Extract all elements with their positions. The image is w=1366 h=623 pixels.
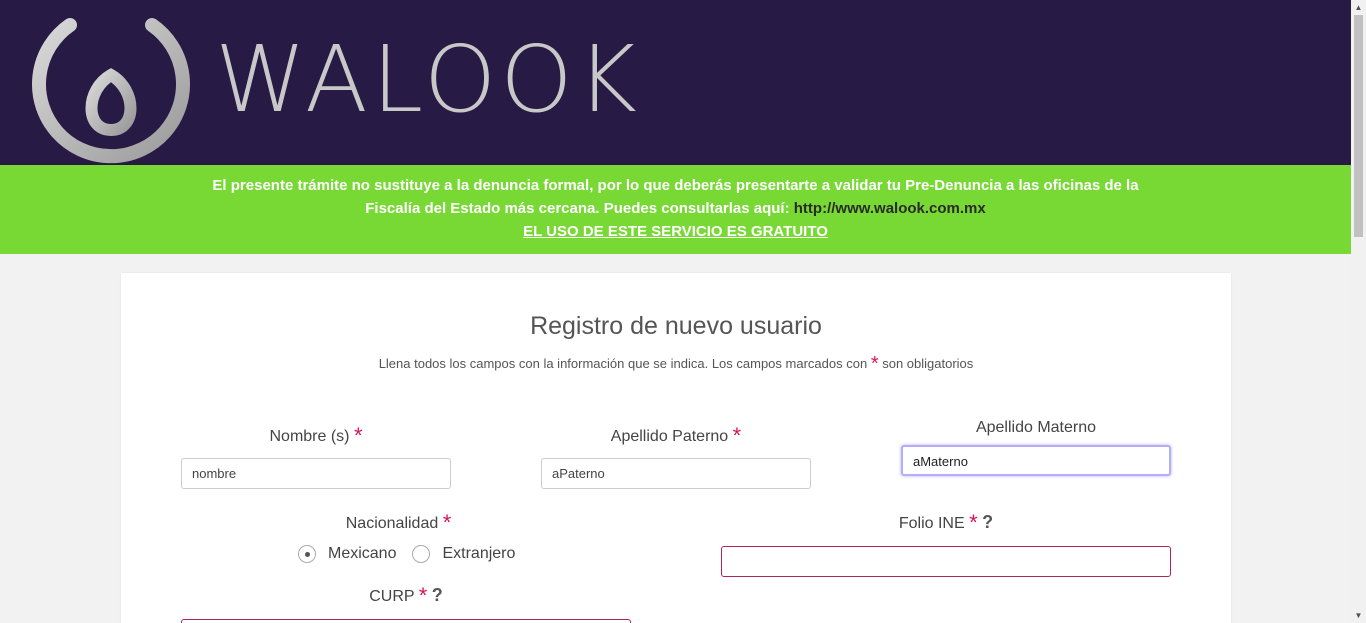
scroll-up-icon[interactable]: ▲	[1351, 0, 1366, 15]
brand-name: WALOOK	[215, 26, 642, 133]
mexicano-radio[interactable]	[298, 545, 316, 563]
subtitle-text: Llena todos los campos con la informació…	[378, 356, 868, 371]
form-title: Registro de nuevo usuario	[530, 312, 822, 340]
nombre-input[interactable]: nombre	[181, 458, 451, 489]
scroll-thumb[interactable]	[1354, 15, 1363, 237]
notice-banner: El presente trámite no sustituye a la de…	[0, 165, 1351, 254]
scroll-down-icon[interactable]: ▼	[1351, 608, 1366, 623]
curp-input[interactable]	[181, 619, 631, 623]
folio-input[interactable]	[721, 546, 1171, 577]
required-asterisk: *	[442, 510, 452, 535]
curp-help-icon[interactable]: ?	[432, 585, 443, 605]
curp-label-text: CURP	[369, 588, 415, 605]
notice-line-2: Fiscalía del Estado más cercana. Puedes …	[0, 197, 1351, 220]
paterno-label: Apellido Paterno *	[541, 423, 811, 449]
page-scrollbar[interactable]: ▲ ▼	[1351, 0, 1366, 623]
paterno-input[interactable]: aPaterno	[541, 458, 811, 489]
notice-url-link[interactable]: http://www.walook.com.mx	[794, 200, 986, 217]
folio-label: Folio INE * ?	[721, 510, 1171, 536]
subtitle-text-end: son obligatorios	[882, 356, 974, 371]
required-asterisk: *	[418, 583, 428, 608]
mexicano-label[interactable]: Mexicano	[328, 545, 396, 563]
materno-input[interactable]: aMaterno	[901, 445, 1171, 476]
folio-help-icon[interactable]: ?	[982, 512, 993, 532]
nacionalidad-label: Nacionalidad *	[181, 510, 616, 536]
nombre-label: Nombre (s) *	[181, 423, 451, 449]
header-banner: WALOOK	[0, 0, 1351, 165]
folio-label-text: Folio INE	[898, 515, 965, 532]
extranjero-label[interactable]: Extranjero	[442, 545, 515, 563]
required-asterisk: *	[732, 423, 742, 448]
walook-logo-icon	[32, 0, 190, 164]
extranjero-radio[interactable]	[412, 545, 431, 563]
notice-line-1: El presente trámite no sustituye a la de…	[212, 177, 1139, 194]
paterno-label-text: Apellido Paterno	[610, 428, 729, 445]
nacionalidad-radio-group: Mexicano Extranjero	[298, 545, 531, 563]
nacionalidad-label-text: Nacionalidad	[345, 515, 439, 532]
curp-label: CURP * ?	[181, 583, 631, 609]
required-asterisk: *	[969, 510, 978, 535]
notice-line-2-text: Fiscalía del Estado más cercana. Puedes …	[365, 200, 790, 217]
registration-card: Registro de nuevo usuario Llena todos lo…	[121, 273, 1231, 623]
materno-label: Apellido Materno	[975, 419, 1097, 436]
free-service-link[interactable]: EL USO DE ESTE SERVICIO ES GRATUITO	[523, 220, 828, 243]
nombre-label-text: Nombre (s)	[269, 428, 350, 445]
form-subtitle: Llena todos los campos con la informació…	[121, 353, 1231, 376]
required-asterisk: *	[870, 353, 879, 375]
required-asterisk: *	[353, 423, 363, 448]
